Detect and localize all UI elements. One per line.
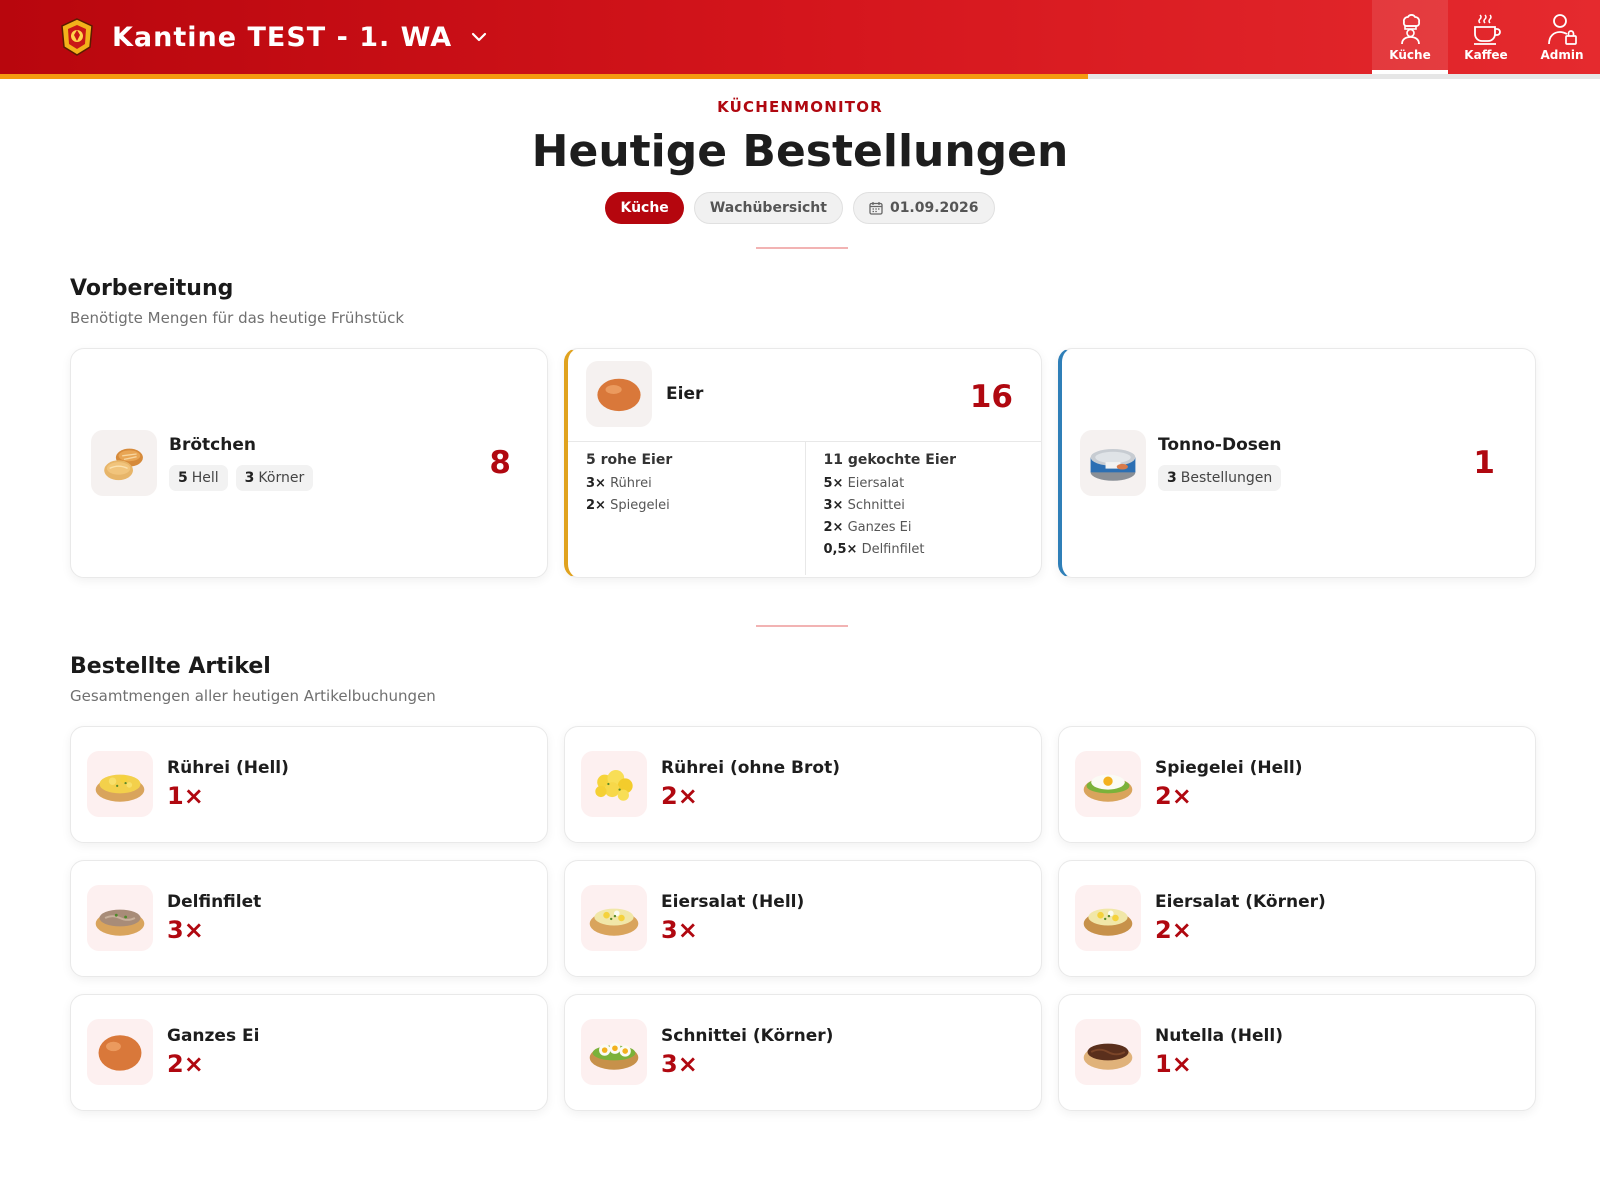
raw-eggs-column: 5 rohe Eier 3× Rührei 2× Spiegelei	[568, 442, 805, 575]
article-card[interactable]: Eiersalat (Hell) 3×	[564, 860, 1042, 977]
prep-row: Eier	[586, 361, 703, 427]
egg-line: 3× Rührei	[586, 476, 652, 491]
prep-row: Brötchen 5 Hell 3 Körner	[91, 430, 314, 496]
app-header: Kantine TEST - 1. WA Küche Kaffee Admin	[0, 0, 1600, 74]
chip-wachuebersicht[interactable]: Wachübersicht	[693, 192, 843, 224]
raw-eggs-title: 5 rohe Eier	[586, 452, 673, 468]
section-title-artikel: Bestellte Artikel	[70, 654, 271, 679]
tag-hell: 5 Hell	[169, 465, 228, 491]
calendar-icon	[869, 202, 883, 215]
egg-salad-roll-icon	[1075, 885, 1141, 951]
divider	[756, 625, 848, 627]
article-name: Spiegelei (Hell)	[1155, 758, 1303, 778]
section-subtitle-artikel: Gesamtmengen aller heutigen Artikelbuchu…	[70, 687, 436, 705]
nav-admin[interactable]: Admin	[1524, 0, 1600, 74]
prep-row: Tonno-Dosen 3 Bestellungen	[1080, 430, 1282, 496]
egg-line: 2× Ganzes Ei	[823, 520, 912, 535]
date-picker-chip[interactable]: 01.09.2026	[852, 192, 995, 224]
divider	[756, 247, 848, 249]
article-card[interactable]: Eiersalat (Körner) 2×	[1058, 860, 1536, 977]
prep-total: 1	[1473, 445, 1495, 481]
article-quantity: 1×	[1155, 1050, 1192, 1078]
article-quantity: 1×	[167, 782, 204, 810]
fried-egg-roll-icon	[1075, 751, 1141, 817]
article-quantity: 2×	[1155, 782, 1192, 810]
article-quantity: 2×	[661, 782, 698, 810]
article-quantity: 3×	[661, 916, 698, 944]
article-card[interactable]: Delfinfilet 3×	[70, 860, 548, 977]
fire-brigade-emblem-icon	[61, 18, 93, 56]
article-card[interactable]: Schnittei (Körner) 3×	[564, 994, 1042, 1111]
nav-label: Admin	[1540, 48, 1584, 62]
nutella-roll-icon	[1075, 1019, 1141, 1085]
sliced-egg-roll-icon	[581, 1019, 647, 1085]
article-quantity: 3×	[661, 1050, 698, 1078]
view-chips: Küche Wachübersicht 01.09.2026	[0, 192, 1600, 224]
article-quantity: 2×	[1155, 916, 1192, 944]
article-name: Ganzes Ei	[167, 1026, 260, 1046]
chip-label: Küche	[620, 200, 669, 216]
location-switcher[interactable]: Kantine TEST - 1. WA	[58, 17, 488, 57]
prep-name: Eier	[666, 384, 704, 404]
scrambled-egg-icon	[581, 751, 647, 817]
prep-card-tonno: Tonno-Dosen 3 Bestellungen 1	[1058, 348, 1536, 578]
tuna-roll-icon	[87, 885, 153, 951]
chip-kueche[interactable]: Küche	[605, 192, 684, 224]
article-card[interactable]: Spiegelei (Hell) 2×	[1058, 726, 1536, 843]
article-card[interactable]: Rührei (Hell) 1×	[70, 726, 548, 843]
bread-roll-icon	[91, 430, 157, 496]
egg-icon	[586, 361, 652, 427]
prep-card-broetchen: Brötchen 5 Hell 3 Körner 8	[70, 348, 548, 578]
main-nav: Küche Kaffee Admin	[1372, 0, 1600, 74]
article-name: Schnittei (Körner)	[661, 1026, 834, 1046]
chip-label: 01.09.2026	[889, 200, 979, 216]
article-quantity: 2×	[167, 1050, 204, 1078]
article-card[interactable]: Ganzes Ei 2×	[70, 994, 548, 1111]
article-name: Nutella (Hell)	[1155, 1026, 1283, 1046]
location-title: Kantine TEST - 1. WA	[112, 21, 453, 53]
egg-line: 3× Schnittei	[823, 498, 905, 513]
prep-total: 8	[489, 445, 511, 481]
chip-label: Wachübersicht	[709, 200, 827, 216]
chef-icon	[1401, 14, 1421, 45]
article-name: Eiersalat (Hell)	[661, 892, 805, 912]
progress-fill	[0, 74, 1088, 79]
tuna-can-icon	[1080, 430, 1146, 496]
egg-breakdown: 5 rohe Eier 3× Rührei 2× Spiegelei 11 ge…	[568, 441, 1041, 575]
nav-label: Kaffee	[1464, 48, 1508, 62]
article-card[interactable]: Rührei (ohne Brot) 2×	[564, 726, 1042, 843]
admin-lock-icon	[1548, 14, 1577, 45]
prep-card-eier: Eier 16 5 rohe Eier 3× Rührei 2× Spiegel…	[564, 348, 1042, 578]
chevron-down-icon	[472, 32, 487, 42]
article-name: Delfinfilet	[167, 892, 262, 912]
article-name: Rührei (Hell)	[167, 758, 289, 778]
page-eyebrow: KÜCHENMONITOR	[717, 98, 883, 116]
nav-kueche[interactable]: Küche	[1372, 0, 1448, 74]
scrambled-egg-roll-icon	[87, 751, 153, 817]
coffee-icon	[1474, 14, 1501, 45]
tag-bestellungen: 3 Bestellungen	[1158, 465, 1282, 491]
egg-salad-roll-icon	[581, 885, 647, 951]
prep-name: Brötchen	[169, 435, 256, 455]
article-quantity: 3×	[167, 916, 204, 944]
nav-label: Küche	[1389, 48, 1431, 62]
section-subtitle-vorbereitung: Benötigte Mengen für das heutige Frühstü…	[70, 309, 405, 327]
section-title-vorbereitung: Vorbereitung	[70, 276, 234, 301]
egg-line: 0,5× Delfinfilet	[823, 542, 925, 557]
prep-name: Tonno-Dosen	[1158, 435, 1282, 455]
boiled-eggs-column: 11 gekochte Eier 5× Eiersalat 3× Schnitt…	[804, 442, 1042, 575]
prep-total: 16	[969, 379, 1013, 415]
article-name: Rührei (ohne Brot)	[661, 758, 840, 778]
boiled-eggs-title: 11 gekochte Eier	[823, 452, 957, 468]
article-name: Eiersalat (Körner)	[1155, 892, 1326, 912]
article-card[interactable]: Nutella (Hell) 1×	[1058, 994, 1536, 1111]
page-title: Heutige Bestellungen	[531, 126, 1069, 177]
egg-line: 2× Spiegelei	[586, 498, 670, 513]
tag-koerner: 3 Körner	[235, 465, 314, 491]
progress-bar	[0, 74, 1600, 79]
nav-kaffee[interactable]: Kaffee	[1448, 0, 1524, 74]
egg-icon	[87, 1019, 153, 1085]
egg-line: 5× Eiersalat	[823, 476, 905, 491]
